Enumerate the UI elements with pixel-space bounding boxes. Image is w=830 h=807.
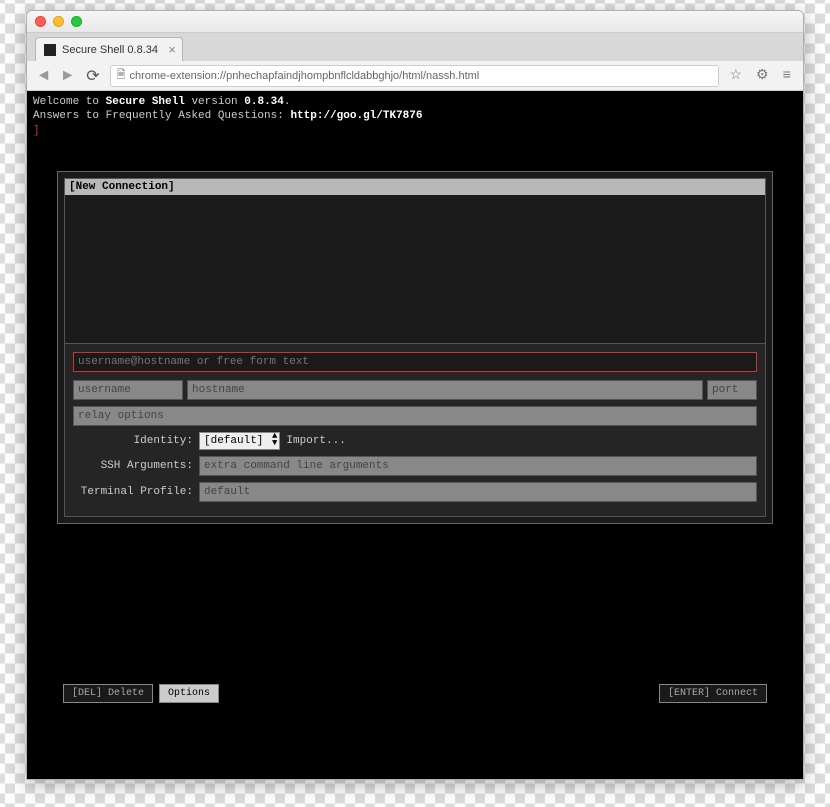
tab-close-icon[interactable]: × bbox=[168, 42, 176, 57]
close-icon[interactable] bbox=[35, 16, 46, 27]
url-text: chrome-extension://pnhechapfaindjhompbnf… bbox=[129, 70, 479, 82]
titlebar bbox=[27, 11, 803, 33]
tab-title: Secure Shell 0.8.34 bbox=[62, 44, 158, 56]
dialog-footer: [DEL] Delete Options [ENTER] Connect bbox=[57, 678, 773, 709]
terminal: Welcome to Secure Shell version 0.8.34. … bbox=[27, 91, 803, 779]
chevron-updown-icon: ▲▼ bbox=[272, 433, 277, 447]
traffic-lights bbox=[35, 16, 82, 27]
back-icon[interactable]: ◄ bbox=[35, 67, 53, 85]
minimize-icon[interactable] bbox=[53, 16, 64, 27]
delete-button[interactable]: [DEL] Delete bbox=[63, 684, 153, 703]
welcome-line: Welcome to Secure Shell version 0.8.34. bbox=[33, 95, 797, 109]
address-bar: ◄ ► ⟳ 🗎 chrome-extension://pnhechapfaind… bbox=[27, 61, 803, 91]
browser-window: Secure Shell 0.8.34 × ◄ ► ⟳ 🗎 chrome-ext… bbox=[26, 10, 804, 780]
settings-icon[interactable]: ⚙ bbox=[752, 67, 773, 84]
url-input[interactable]: 🗎 chrome-extension://pnhechapfaindjhompb… bbox=[110, 65, 720, 87]
connect-button[interactable]: [ENTER] Connect bbox=[659, 684, 767, 703]
hostname-input[interactable] bbox=[187, 380, 703, 400]
relay-input[interactable] bbox=[73, 406, 757, 426]
profile-label: Terminal Profile: bbox=[73, 486, 193, 498]
menu-icon[interactable]: ≡ bbox=[779, 68, 795, 84]
browser-tab[interactable]: Secure Shell 0.8.34 × bbox=[35, 37, 183, 61]
destination-input[interactable] bbox=[73, 352, 757, 372]
forward-icon: ► bbox=[59, 67, 77, 85]
profile-input[interactable] bbox=[199, 482, 757, 502]
tab-bar: Secure Shell 0.8.34 × bbox=[27, 33, 803, 61]
maximize-icon[interactable] bbox=[71, 16, 82, 27]
connection-list[interactable] bbox=[65, 195, 765, 343]
username-input[interactable] bbox=[73, 380, 183, 400]
bookmark-icon[interactable]: ☆ bbox=[725, 67, 746, 84]
port-input[interactable] bbox=[707, 380, 757, 400]
faq-line: Answers to Frequently Asked Questions: h… bbox=[33, 109, 797, 123]
import-link[interactable]: Import... bbox=[286, 435, 345, 447]
dialog-header: [New Connection] bbox=[65, 179, 765, 195]
ssh-args-input[interactable] bbox=[199, 456, 757, 476]
identity-label: Identity: bbox=[73, 435, 193, 447]
connection-form: Identity: [default] ▲▼ Import... SSH Arg… bbox=[65, 343, 765, 516]
reload-icon[interactable]: ⟳ bbox=[82, 66, 103, 86]
connection-dialog: [New Connection] Identity: bbox=[57, 171, 773, 524]
prompt-cursor: ] bbox=[33, 124, 797, 138]
favicon-icon bbox=[44, 44, 56, 56]
options-button[interactable]: Options bbox=[159, 684, 219, 703]
ssh-args-label: SSH Arguments: bbox=[73, 460, 193, 472]
identity-select[interactable]: [default] ▲▼ bbox=[199, 432, 280, 450]
page-icon: 🗎 bbox=[117, 66, 126, 85]
